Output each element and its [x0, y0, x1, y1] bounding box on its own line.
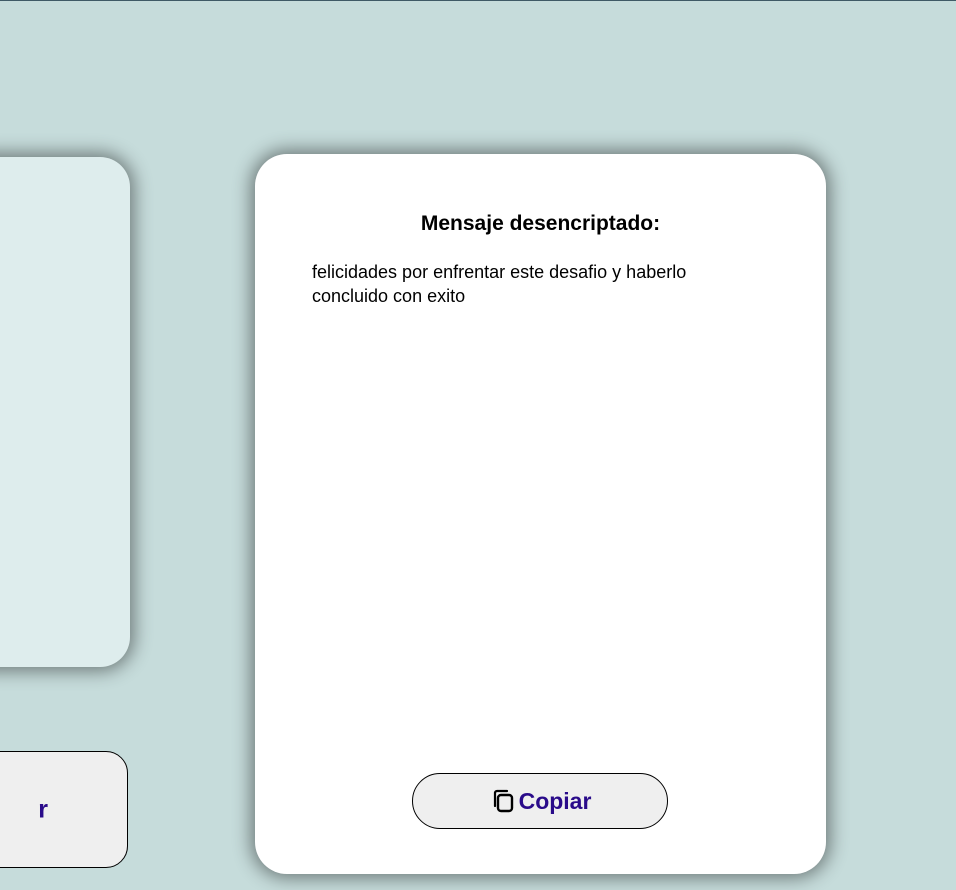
decrypt-button-label: r: [38, 795, 48, 824]
copy-button-label: Copiar: [518, 787, 592, 814]
output-title: Mensaje desencriptado:: [420, 212, 661, 235]
copy-button[interactable]: Copiar: [412, 773, 668, 829]
input-text-panel[interactable]: [0, 157, 130, 667]
window-top-border: [0, 0, 956, 1]
output-message: felicidades por enfrentar este desafio y…: [312, 262, 687, 306]
output-panel: Mensaje desencriptado: felicidades por e…: [255, 154, 826, 874]
copy-icon: [489, 787, 517, 815]
